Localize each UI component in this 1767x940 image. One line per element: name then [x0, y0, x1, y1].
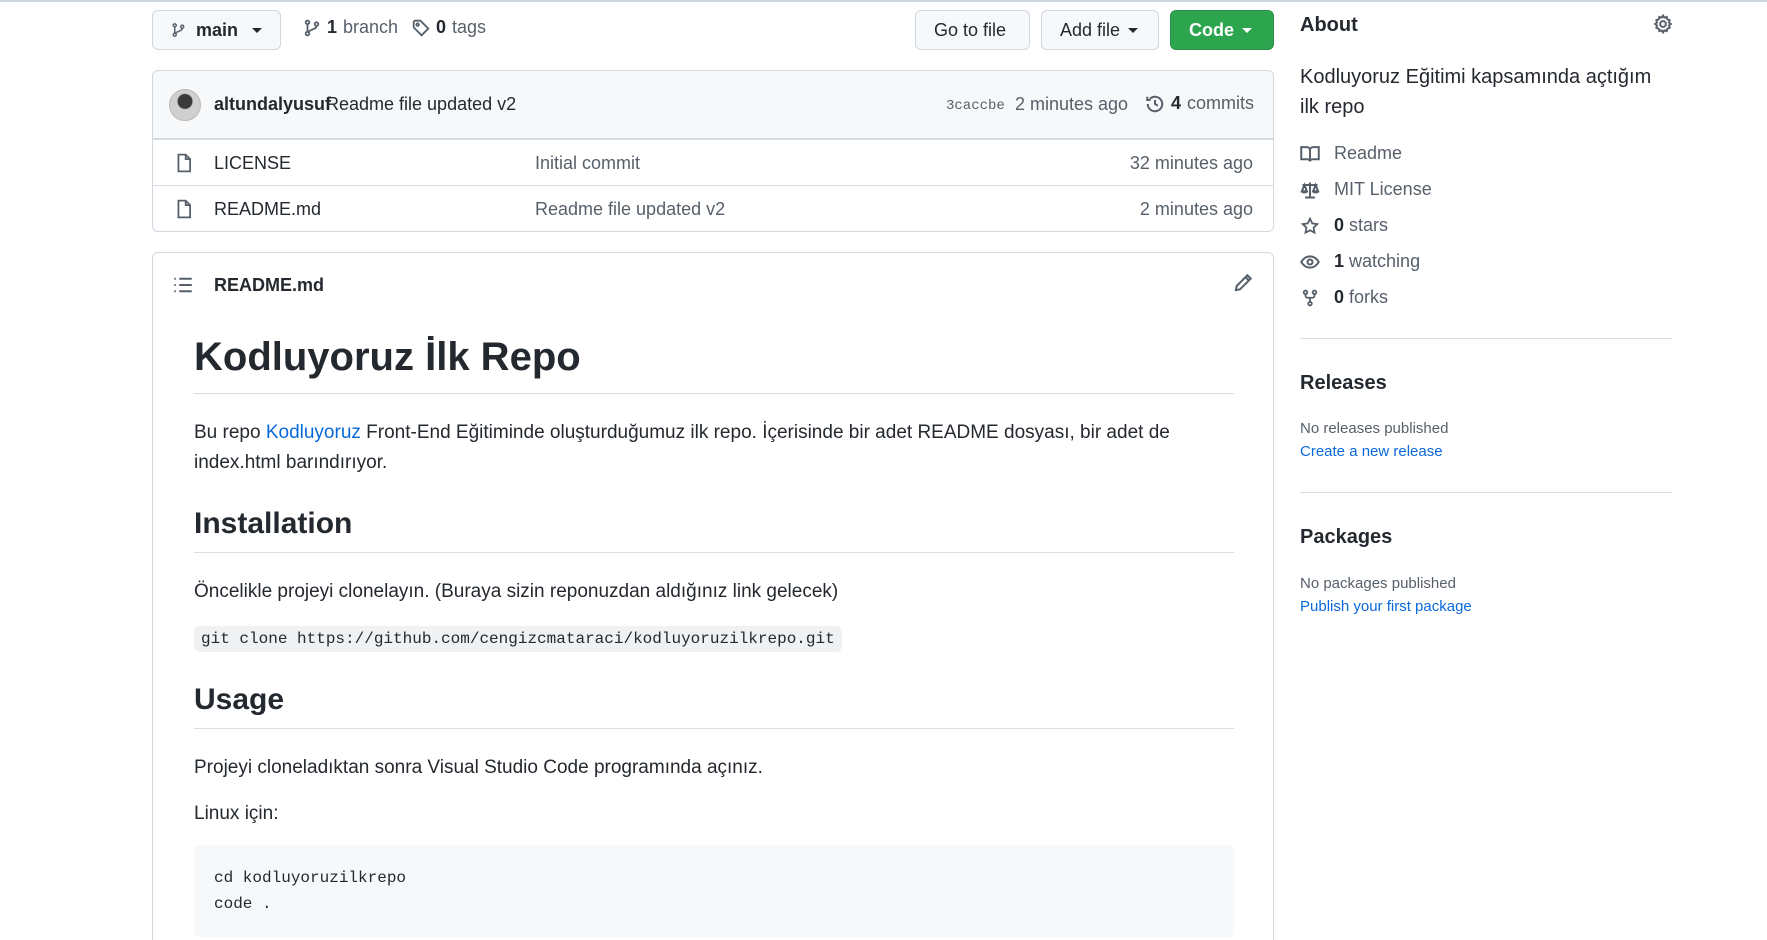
law-icon — [1300, 181, 1320, 198]
stars-link[interactable]: 0 stars — [1300, 215, 1388, 236]
tags-link[interactable]: 0 tags — [412, 17, 486, 38]
license-label: MIT License — [1334, 179, 1432, 199]
file-commit-time: 32 minutes ago — [1129, 153, 1253, 173]
file-row: LICENSE Initial commit 32 minutes ago — [153, 139, 1273, 185]
linux-text: Linux için: — [194, 803, 279, 824]
gear-icon[interactable] — [1653, 14, 1673, 34]
top-divider — [0, 0, 1767, 2]
readme-header: README.md — [153, 253, 1273, 315]
stars-label: stars — [1349, 215, 1389, 235]
forks-link[interactable]: 0 forks — [1300, 287, 1388, 308]
branch-count: 1 — [327, 17, 338, 37]
chevron-down-icon — [252, 27, 262, 33]
go-to-file-button[interactable]: Go to file — [915, 10, 1030, 50]
packages-note: No packages published — [1300, 575, 1456, 592]
commits-link[interactable]: 4 commits — [1145, 93, 1254, 114]
git-branch-icon — [172, 23, 185, 37]
list-unordered-icon[interactable] — [173, 276, 193, 294]
latest-commit-bar: altundalyusuf Readme file updated v2 3ca… — [153, 71, 1273, 139]
license-link[interactable]: MIT License — [1300, 179, 1432, 200]
pencil-icon[interactable] — [1233, 273, 1253, 293]
commit-sha-link[interactable]: 3caccbe — [946, 98, 1005, 114]
usage-text: Projeyi cloneladıktan sonra Visual Studi… — [194, 757, 763, 778]
code-button[interactable]: Code — [1170, 10, 1274, 50]
commit-author-link[interactable]: altundalyusuf — [214, 94, 331, 115]
readme-link[interactable]: Readme — [1300, 143, 1402, 164]
readme-label: Readme — [1334, 143, 1403, 163]
chevron-down-icon — [1242, 27, 1252, 33]
readme-content: Kodluyoruz İlk Repo Bu repo Kodluyoruz F… — [194, 333, 1234, 937]
about-title: About — [1300, 14, 1358, 36]
history-icon — [1146, 95, 1164, 112]
commit-time: 2 minutes ago — [1015, 94, 1129, 114]
code-line: code . — [214, 895, 272, 913]
file-row: README.md Readme file updated v2 2 minut… — [153, 185, 1273, 231]
readme-filename: README.md — [214, 275, 325, 295]
tags-count: 0 — [436, 17, 447, 37]
about-description: Kodluyoruz Eğitimi kapsamında açtığım il… — [1300, 66, 1652, 118]
code-label: Code — [1189, 19, 1234, 40]
add-file-button[interactable]: Add file — [1041, 10, 1159, 50]
usage-heading: Usage — [194, 682, 1234, 729]
watching-count: 1 — [1334, 251, 1345, 271]
avatar[interactable] — [169, 89, 201, 121]
watching-label: watching — [1349, 251, 1421, 271]
commit-count-label: commits — [1187, 93, 1255, 113]
sidebar-divider — [1300, 492, 1672, 493]
file-browser: altundalyusuf Readme file updated v2 3ca… — [152, 70, 1274, 232]
eye-icon — [1300, 254, 1320, 269]
installation-heading: Installation — [194, 506, 1234, 553]
git-branch-icon — [304, 19, 320, 36]
sidebar-divider — [1300, 338, 1672, 339]
file-name-link[interactable]: LICENSE — [214, 153, 291, 174]
forks-count: 0 — [1334, 287, 1345, 307]
branch-label: branch — [343, 17, 399, 37]
code-block: cd kodluyoruzilkrepo code . — [194, 845, 1234, 937]
repo-forked-icon — [1302, 289, 1318, 306]
watchers-link[interactable]: 1 watching — [1300, 251, 1420, 272]
tags-label: tags — [452, 17, 487, 37]
file-commit-time: 2 minutes ago — [1139, 199, 1253, 219]
intro-text-before: Bu repo — [194, 422, 266, 443]
readme-panel: README.md Kodluyoruz İlk Repo Bu repo Ko… — [152, 252, 1274, 940]
releases-note: No releases published — [1300, 420, 1449, 437]
file-name-link[interactable]: README.md — [214, 199, 321, 220]
file-commit-message-link[interactable]: Readme file updated v2 — [535, 199, 725, 220]
add-file-label: Add file — [1060, 19, 1121, 40]
file-commit-message-link[interactable]: Initial commit — [535, 153, 640, 174]
star-icon — [1300, 216, 1320, 234]
stars-count: 0 — [1334, 215, 1345, 235]
code-line: cd kodluyoruzilkrepo — [214, 869, 407, 887]
publish-package-link[interactable]: Publish your first package — [1300, 598, 1472, 615]
git-clone-code: git clone https://github.com/cengizcmata… — [194, 626, 842, 652]
book-icon — [1300, 145, 1320, 162]
readme-intro: Bu repo Kodluyoruz Front-End Eğitiminde … — [194, 418, 1234, 478]
releases-title[interactable]: Releases — [1300, 372, 1387, 395]
installation-code-line: git clone https://github.com/cengizcmata… — [194, 623, 1234, 654]
chevron-down-icon — [1128, 27, 1139, 33]
file-icon — [177, 199, 191, 219]
branches-link[interactable]: 1 branch — [303, 17, 398, 38]
tag-icon — [412, 19, 430, 37]
file-icon — [177, 153, 191, 173]
forks-label: forks — [1349, 287, 1389, 307]
branch-name: main — [195, 19, 238, 40]
go-to-file-label: Go to file — [934, 19, 1007, 40]
kodluyoruz-link[interactable]: Kodluyoruz — [266, 422, 361, 443]
commit-message-link[interactable]: Readme file updated v2 — [326, 94, 516, 115]
branch-select-button[interactable]: main — [152, 10, 281, 50]
readme-title: Kodluyoruz İlk Repo — [194, 333, 1234, 394]
commit-count: 4 — [1171, 93, 1182, 113]
create-release-link[interactable]: Create a new release — [1300, 443, 1443, 460]
installation-text: Öncelikle projeyi clonelayın. (Buraya si… — [194, 581, 839, 602]
packages-title[interactable]: Packages — [1300, 526, 1392, 549]
